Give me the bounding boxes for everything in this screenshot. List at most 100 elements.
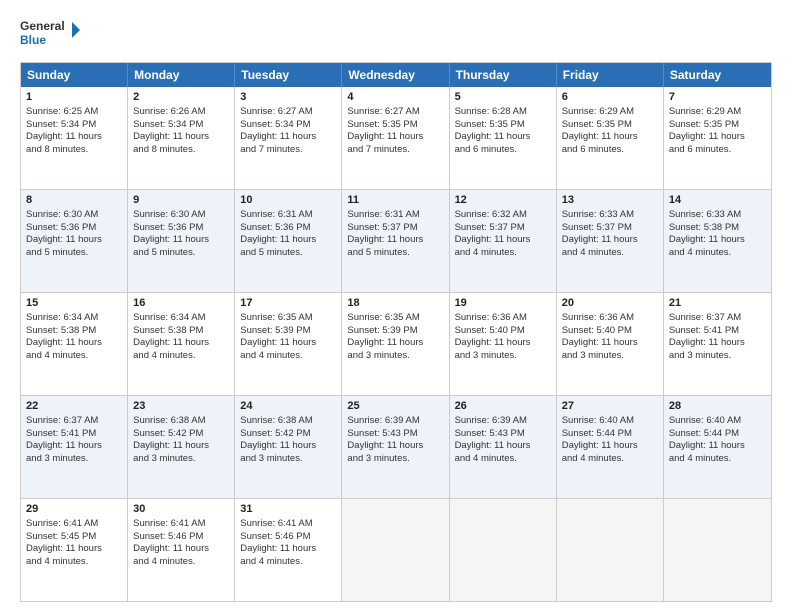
cell-line: and 8 minutes. — [26, 144, 122, 157]
day-number-14: 14 — [669, 193, 766, 208]
cell-line: Sunset: 5:35 PM — [347, 119, 443, 132]
header-cell-tuesday: Tuesday — [235, 63, 342, 87]
cell-line: Daylight: 11 hours — [133, 131, 229, 144]
day-19: 19Sunrise: 6:36 AMSunset: 5:40 PMDayligh… — [450, 293, 557, 395]
cell-line: Daylight: 11 hours — [240, 234, 336, 247]
day-6: 6Sunrise: 6:29 AMSunset: 5:35 PMDaylight… — [557, 87, 664, 189]
day-18: 18Sunrise: 6:35 AMSunset: 5:39 PMDayligh… — [342, 293, 449, 395]
cell-line: Daylight: 11 hours — [347, 131, 443, 144]
day-16: 16Sunrise: 6:34 AMSunset: 5:38 PMDayligh… — [128, 293, 235, 395]
cell-line: Sunrise: 6:34 AM — [133, 312, 229, 325]
day-number-27: 27 — [562, 399, 658, 414]
day-number-17: 17 — [240, 296, 336, 311]
day-25: 25Sunrise: 6:39 AMSunset: 5:43 PMDayligh… — [342, 396, 449, 498]
cell-line: Sunset: 5:35 PM — [669, 119, 766, 132]
cal-row-0: 1Sunrise: 6:25 AMSunset: 5:34 PMDaylight… — [21, 87, 771, 190]
day-number-2: 2 — [133, 90, 229, 105]
cell-line: and 8 minutes. — [133, 144, 229, 157]
cell-line: Sunrise: 6:34 AM — [26, 312, 122, 325]
cell-line: Sunset: 5:38 PM — [669, 222, 766, 235]
cell-line: Daylight: 11 hours — [669, 440, 766, 453]
cell-line: Sunrise: 6:28 AM — [455, 106, 551, 119]
day-number-29: 29 — [26, 502, 122, 517]
cell-line: and 4 minutes. — [133, 350, 229, 363]
calendar-body: 1Sunrise: 6:25 AMSunset: 5:34 PMDaylight… — [21, 87, 771, 601]
cell-line: and 3 minutes. — [347, 453, 443, 466]
cell-line: and 3 minutes. — [133, 453, 229, 466]
cell-line: Sunset: 5:36 PM — [26, 222, 122, 235]
header-cell-monday: Monday — [128, 63, 235, 87]
cell-line: Sunset: 5:46 PM — [133, 531, 229, 544]
cell-line: Sunrise: 6:37 AM — [669, 312, 766, 325]
header-cell-friday: Friday — [557, 63, 664, 87]
day-number-4: 4 — [347, 90, 443, 105]
cell-line: Daylight: 11 hours — [455, 234, 551, 247]
empty-cell-4-3 — [342, 499, 449, 601]
cell-line: Sunrise: 6:38 AM — [240, 415, 336, 428]
cell-line: Daylight: 11 hours — [562, 131, 658, 144]
day-number-13: 13 — [562, 193, 658, 208]
header-cell-wednesday: Wednesday — [342, 63, 449, 87]
cell-line: Daylight: 11 hours — [669, 337, 766, 350]
empty-cell-4-5 — [557, 499, 664, 601]
cell-line: and 6 minutes. — [669, 144, 766, 157]
cell-line: Sunset: 5:34 PM — [240, 119, 336, 132]
day-24: 24Sunrise: 6:38 AMSunset: 5:42 PMDayligh… — [235, 396, 342, 498]
cell-line: and 4 minutes. — [562, 247, 658, 260]
day-number-21: 21 — [669, 296, 766, 311]
day-31: 31Sunrise: 6:41 AMSunset: 5:46 PMDayligh… — [235, 499, 342, 601]
empty-cell-4-4 — [450, 499, 557, 601]
day-number-25: 25 — [347, 399, 443, 414]
cell-line: Daylight: 11 hours — [240, 337, 336, 350]
day-number-30: 30 — [133, 502, 229, 517]
day-number-7: 7 — [669, 90, 766, 105]
day-4: 4Sunrise: 6:27 AMSunset: 5:35 PMDaylight… — [342, 87, 449, 189]
cell-line: and 5 minutes. — [347, 247, 443, 260]
cell-line: Sunrise: 6:26 AM — [133, 106, 229, 119]
day-number-5: 5 — [455, 90, 551, 105]
day-20: 20Sunrise: 6:36 AMSunset: 5:40 PMDayligh… — [557, 293, 664, 395]
day-10: 10Sunrise: 6:31 AMSunset: 5:36 PMDayligh… — [235, 190, 342, 292]
cell-line: and 3 minutes. — [562, 350, 658, 363]
empty-cell-4-6 — [664, 499, 771, 601]
day-number-1: 1 — [26, 90, 122, 105]
cell-line: and 4 minutes. — [669, 453, 766, 466]
day-number-31: 31 — [240, 502, 336, 517]
cell-line: Sunrise: 6:35 AM — [347, 312, 443, 325]
cell-line: Sunset: 5:38 PM — [26, 325, 122, 338]
cell-line: Daylight: 11 hours — [562, 440, 658, 453]
cell-line: Sunset: 5:37 PM — [455, 222, 551, 235]
cell-line: Daylight: 11 hours — [133, 234, 229, 247]
cell-line: Daylight: 11 hours — [669, 234, 766, 247]
cell-line: Sunrise: 6:38 AM — [133, 415, 229, 428]
cell-line: Daylight: 11 hours — [240, 543, 336, 556]
cell-line: Sunrise: 6:41 AM — [26, 518, 122, 531]
cell-line: Sunrise: 6:27 AM — [240, 106, 336, 119]
cell-line: Sunrise: 6:41 AM — [133, 518, 229, 531]
day-number-11: 11 — [347, 193, 443, 208]
cell-line: Sunrise: 6:27 AM — [347, 106, 443, 119]
cell-line: Sunrise: 6:39 AM — [455, 415, 551, 428]
cell-line: and 5 minutes. — [240, 247, 336, 260]
svg-text:Blue: Blue — [20, 33, 46, 47]
day-number-6: 6 — [562, 90, 658, 105]
day-number-9: 9 — [133, 193, 229, 208]
day-22: 22Sunrise: 6:37 AMSunset: 5:41 PMDayligh… — [21, 396, 128, 498]
cell-line: Sunrise: 6:37 AM — [26, 415, 122, 428]
cell-line: Sunrise: 6:29 AM — [669, 106, 766, 119]
cal-row-3: 22Sunrise: 6:37 AMSunset: 5:41 PMDayligh… — [21, 396, 771, 499]
cell-line: Daylight: 11 hours — [240, 440, 336, 453]
cell-line: Daylight: 11 hours — [562, 337, 658, 350]
day-26: 26Sunrise: 6:39 AMSunset: 5:43 PMDayligh… — [450, 396, 557, 498]
cell-line: Sunset: 5:41 PM — [26, 428, 122, 441]
calendar-header-row: SundayMondayTuesdayWednesdayThursdayFrid… — [21, 63, 771, 87]
cell-line: Daylight: 11 hours — [455, 440, 551, 453]
cell-line: Sunset: 5:41 PM — [669, 325, 766, 338]
cell-line: and 4 minutes. — [133, 556, 229, 569]
day-number-18: 18 — [347, 296, 443, 311]
cell-line: Daylight: 11 hours — [240, 131, 336, 144]
cell-line: and 3 minutes. — [347, 350, 443, 363]
header-cell-thursday: Thursday — [450, 63, 557, 87]
day-number-8: 8 — [26, 193, 122, 208]
cell-line: Daylight: 11 hours — [133, 543, 229, 556]
